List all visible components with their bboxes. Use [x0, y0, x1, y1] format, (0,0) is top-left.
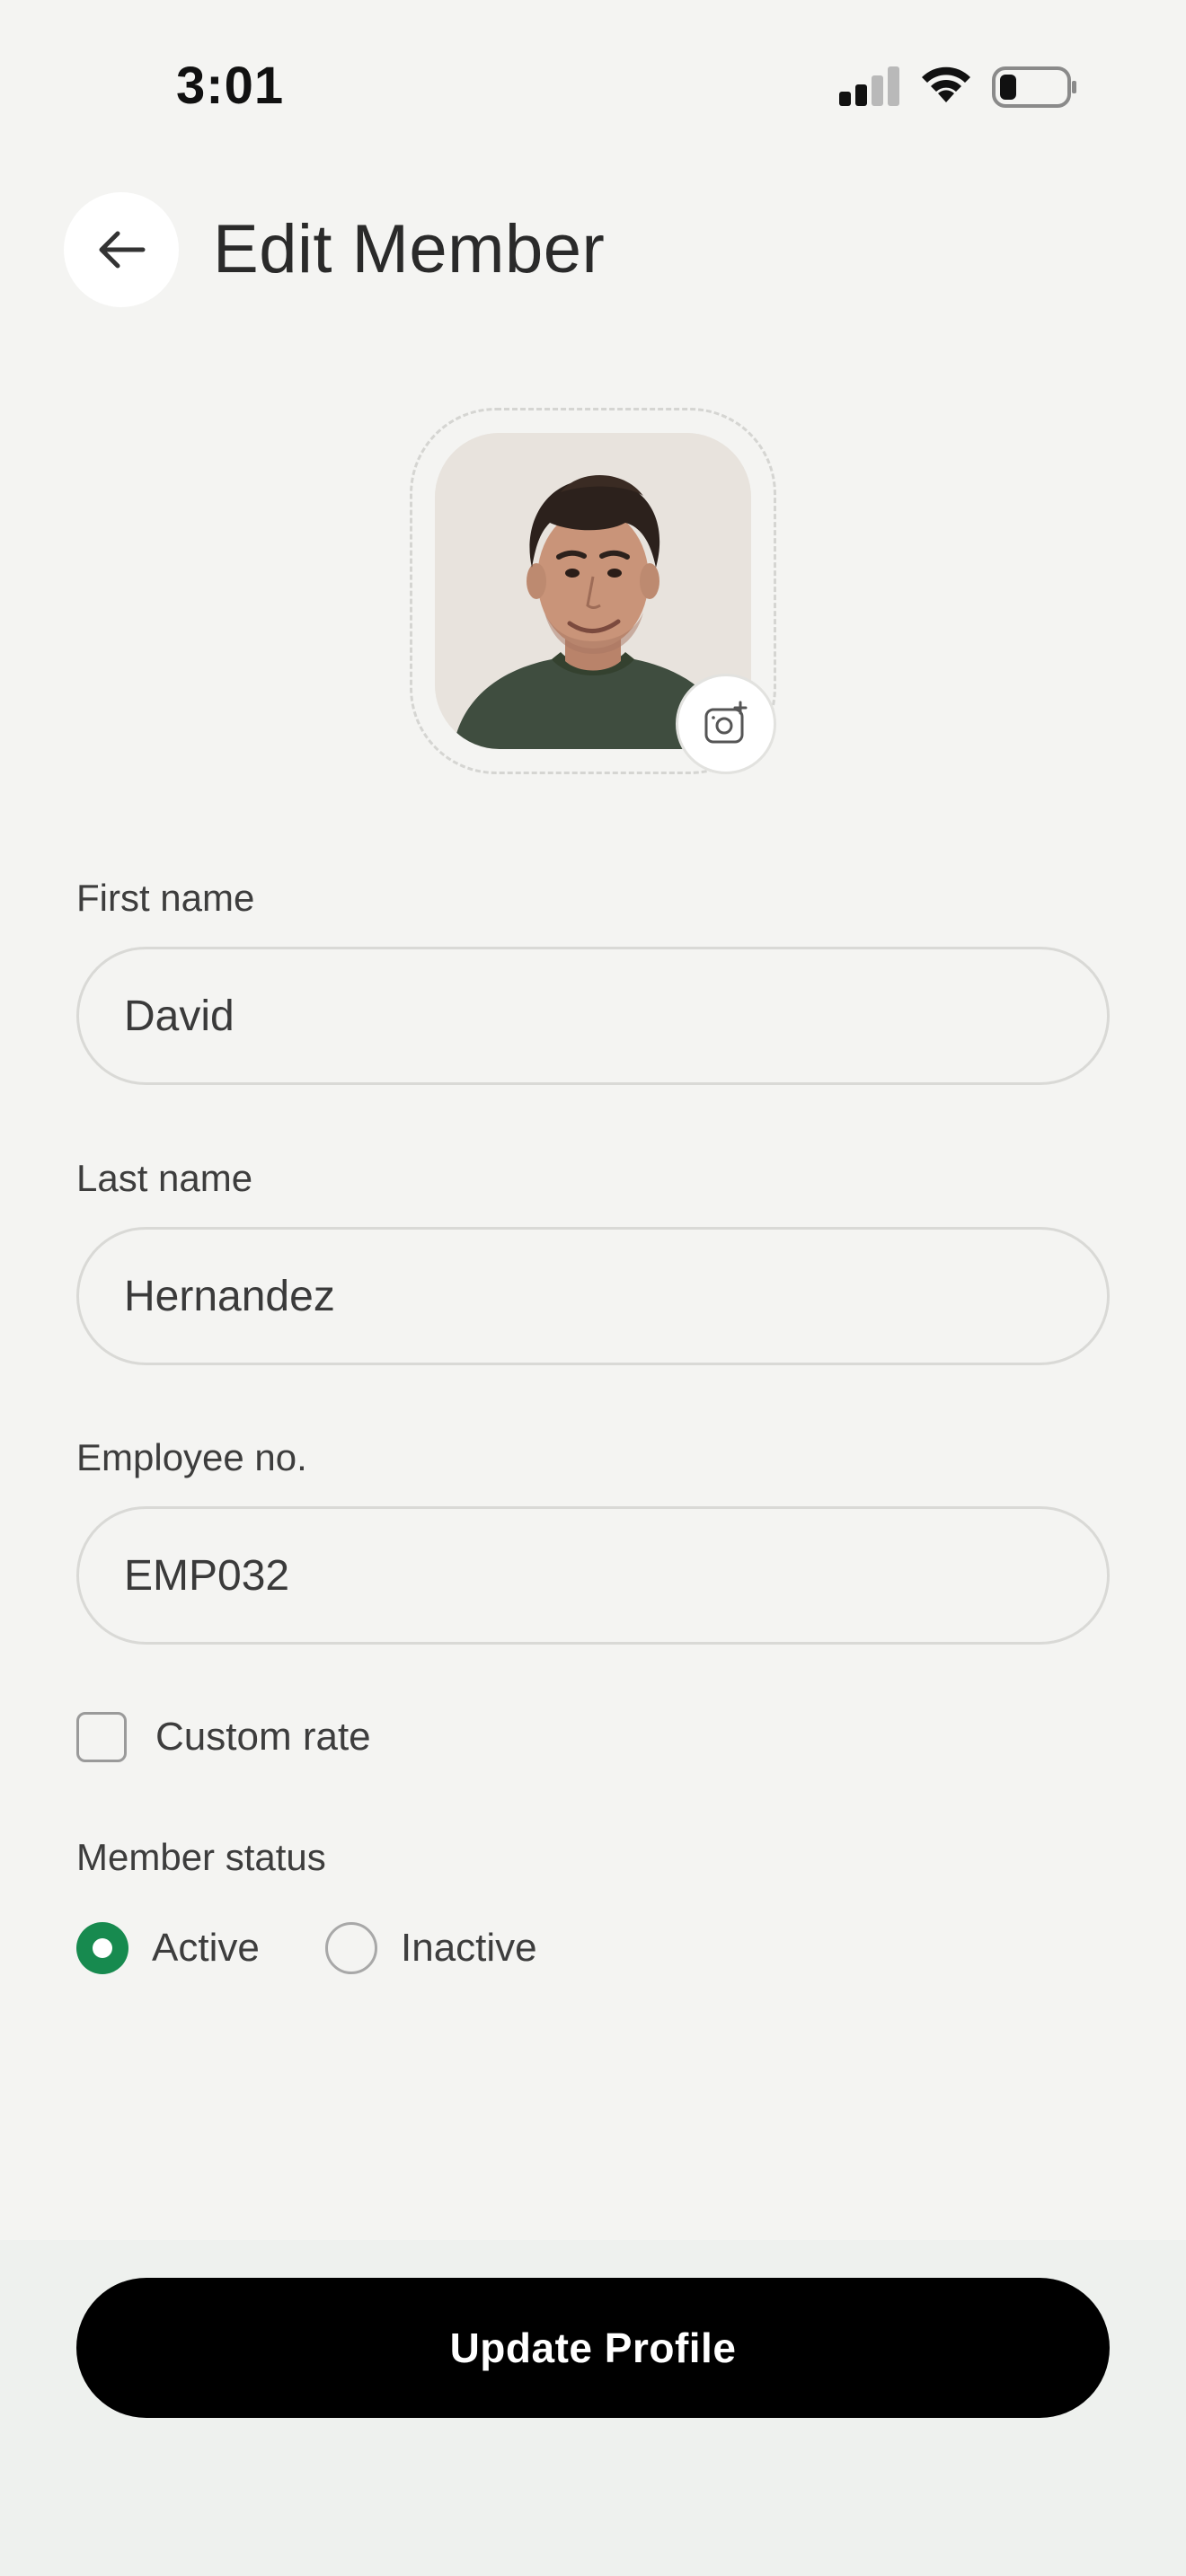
- change-photo-button[interactable]: [676, 674, 776, 774]
- active-radio[interactable]: [76, 1922, 128, 1974]
- status-time: 3:01: [176, 57, 285, 115]
- inactive-radio[interactable]: [325, 1922, 377, 1974]
- member-status-label: Member status: [76, 1836, 326, 1878]
- first-name-label: First name: [76, 877, 255, 919]
- battery-icon: [992, 66, 1076, 108]
- inactive-label: Inactive: [401, 1926, 537, 1970]
- update-profile-button[interactable]: Update Profile: [76, 2278, 1110, 2418]
- camera-plus-icon: [704, 701, 748, 744]
- employee-no-field[interactable]: [76, 1506, 1110, 1645]
- active-label: Active: [152, 1926, 260, 1970]
- cellular-signal-icon: [839, 66, 899, 106]
- back-button[interactable]: [64, 192, 179, 307]
- custom-rate-checkbox[interactable]: [76, 1712, 127, 1762]
- wifi-icon: [922, 66, 970, 102]
- status-option-active[interactable]: Active: [76, 1922, 260, 1974]
- arrow-left-icon: [99, 231, 146, 269]
- employee-no-label: Employee no.: [76, 1436, 307, 1478]
- page-title: Edit Member: [213, 211, 606, 287]
- custom-rate-row[interactable]: Custom rate: [76, 1712, 371, 1762]
- first-name-field[interactable]: [76, 947, 1110, 1085]
- last-name-field[interactable]: [76, 1227, 1110, 1365]
- last-name-label: Last name: [76, 1157, 253, 1199]
- status-bar: 3:01: [0, 0, 1186, 171]
- custom-rate-label: Custom rate: [155, 1715, 371, 1759]
- status-option-inactive[interactable]: Inactive: [325, 1922, 537, 1974]
